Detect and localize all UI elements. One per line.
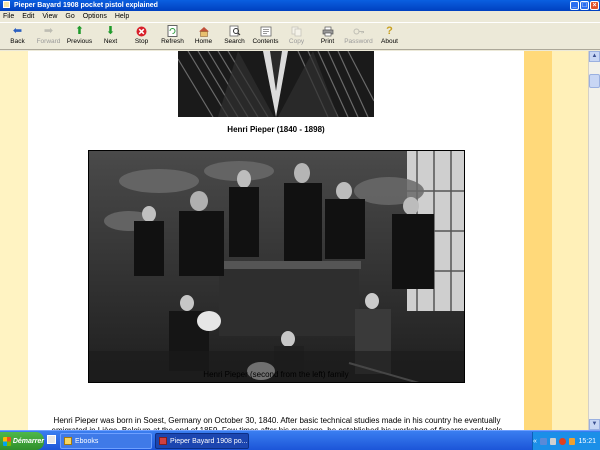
title-bar[interactable]: Pieper Bayard 1908 pocket pistol explain… [0, 0, 600, 11]
toolbar-label: Previous [66, 38, 93, 45]
app-icon [3, 0, 10, 8]
down-arrow-icon: ⬇ [105, 25, 116, 37]
next-button[interactable]: ⬇ Next [95, 23, 126, 50]
back-arrow-icon: ⬅ [12, 25, 23, 37]
toolbar-label: Password [344, 38, 373, 45]
toolbar-label: About [381, 38, 398, 45]
stop-icon [136, 25, 148, 37]
menu-options[interactable]: Options [83, 13, 107, 20]
password-button[interactable]: Password [343, 23, 374, 50]
menu-help[interactable]: Help [115, 13, 129, 20]
quicklaunch-desktop-icon[interactable] [47, 435, 56, 444]
toolbar-label: Stop [134, 38, 149, 45]
scroll-up-icon[interactable]: ▲ [589, 51, 600, 62]
network-icon[interactable] [539, 437, 547, 445]
toolbar-label: Search [224, 38, 245, 45]
window-title: Pieper Bayard 1908 pocket pistol explain… [13, 2, 158, 9]
print-button[interactable]: Print [312, 23, 343, 50]
clock: 15:21 [578, 437, 596, 445]
search-icon [229, 25, 241, 37]
start-label: Démarrer [12, 437, 44, 445]
contents-button[interactable]: Contents [250, 23, 281, 50]
right-margin-band [524, 51, 552, 430]
body-paragraph: Henri Pieper was born in Soest, Germany … [52, 416, 503, 430]
menu-bar: File Edit View Go Options Help [0, 11, 600, 22]
windows-logo-icon [3, 436, 11, 446]
about-button[interactable]: ? About [374, 23, 405, 50]
menu-file[interactable]: File [3, 13, 14, 20]
copy-icon [291, 25, 303, 37]
family-caption: Henri Pieper (second from the left) fami… [203, 370, 349, 379]
forward-arrow-icon: ➡ [43, 25, 54, 37]
about-icon: ? [386, 25, 393, 37]
taskbar-button-label: Pieper Bayard 1908 po... [170, 437, 248, 445]
portrait-photo [178, 51, 374, 117]
page-body: Henri Pieper (1840 - 1898) Henri Pieper … [28, 51, 524, 430]
forward-button[interactable]: ➡ Forward [33, 23, 64, 50]
toolbar-label: Print [320, 38, 335, 45]
home-icon [198, 25, 210, 37]
family-photo [88, 150, 465, 383]
toolbar-label: Next [103, 38, 118, 45]
print-icon [322, 25, 334, 37]
previous-button[interactable]: ⬆ Previous [64, 23, 95, 50]
book-icon [159, 437, 167, 445]
contents-icon [260, 25, 272, 37]
scroll-thumb[interactable] [589, 74, 600, 88]
right-margin [552, 51, 588, 430]
scroll-down-icon[interactable]: ▼ [589, 419, 600, 430]
portrait-caption: Henri Pieper (1840 - 1898) [227, 125, 325, 134]
content-pane[interactable]: Henri Pieper (1840 - 1898) Henri Pieper … [0, 51, 588, 430]
toolbar-label: Forward [36, 38, 61, 45]
tray-expand-icon[interactable]: « [533, 438, 537, 445]
volume-icon[interactable] [549, 437, 557, 445]
taskbar-button-ebooks[interactable]: Ebooks [60, 433, 152, 449]
toolbar-label: Refresh [161, 38, 184, 45]
maximize-button[interactable]: □ [580, 1, 589, 10]
refresh-button[interactable]: Refresh [157, 23, 188, 50]
home-button[interactable]: Home [188, 23, 219, 50]
shield-icon[interactable] [559, 437, 566, 445]
minimize-button[interactable]: _ [570, 1, 579, 10]
start-button[interactable]: Démarrer [0, 432, 44, 450]
stop-button[interactable]: Stop [126, 23, 157, 50]
menu-view[interactable]: View [42, 13, 57, 20]
back-button[interactable]: ⬅ Back [2, 23, 33, 50]
toolbar: ⬅ Back ➡ Forward ⬆ Previous ⬇ Next Stop … [0, 22, 600, 50]
refresh-icon [167, 25, 179, 37]
menu-edit[interactable]: Edit [22, 13, 34, 20]
toolbar-label: Home [194, 38, 213, 45]
system-tray: « 15:21 [532, 432, 600, 450]
key-icon [353, 25, 365, 37]
antivirus-icon[interactable] [568, 437, 576, 445]
left-margin [0, 51, 28, 430]
search-button[interactable]: Search [219, 23, 250, 50]
help-viewer-window: Pieper Bayard 1908 pocket pistol explain… [0, 0, 600, 430]
taskbar: Démarrer Ebooks Pieper Bayard 1908 po...… [0, 430, 600, 450]
toolbar-label: Copy [288, 38, 305, 45]
folder-icon [64, 437, 72, 445]
toolbar-label: Contents [252, 38, 279, 45]
vertical-scrollbar[interactable]: ▲ ▼ [588, 51, 600, 430]
taskbar-button-label: Ebooks [75, 437, 99, 445]
menu-go[interactable]: Go [65, 13, 74, 20]
taskbar-button-pieper[interactable]: Pieper Bayard 1908 po... [155, 433, 249, 449]
close-button[interactable]: × [590, 1, 599, 10]
copy-button[interactable]: Copy [281, 23, 312, 50]
toolbar-label: Back [10, 38, 25, 45]
up-arrow-icon: ⬆ [74, 25, 85, 37]
quick-launch [47, 435, 56, 444]
